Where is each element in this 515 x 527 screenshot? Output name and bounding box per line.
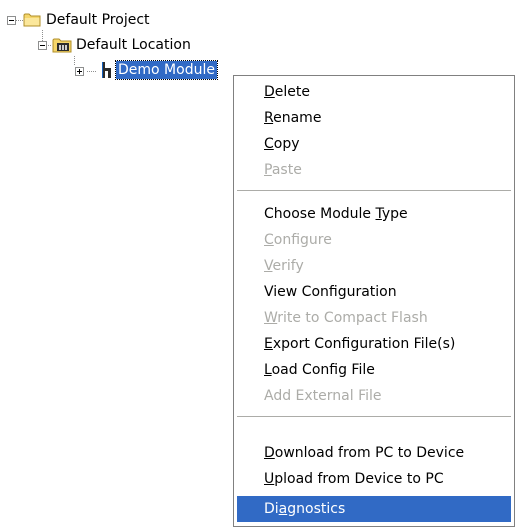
tree-connector: [87, 71, 97, 72]
menu-item-choose-module-type[interactable]: Choose Module Type: [237, 201, 511, 227]
tree-node-module[interactable]: Demo Module: [115, 60, 218, 80]
menu-item-download-pc-to-device[interactable]: Download from PC to Device: [237, 440, 511, 466]
menu-item-write-compact-flash[interactable]: Write to Compact Flash: [237, 305, 511, 331]
collapse-location-button[interactable]: [38, 41, 47, 50]
menu-item-mnemonic: D: [264, 445, 275, 461]
menu-item-label: pload from Device to PC: [274, 471, 444, 487]
menu-item-label: Di: [264, 501, 279, 517]
collapse-project-button[interactable]: [7, 16, 16, 25]
expand-module-button[interactable]: [75, 67, 84, 76]
menu-item-mnemonic: C: [264, 136, 274, 152]
menu-item-mnemonic: R: [264, 110, 274, 126]
menu-item-mnemonic: W: [264, 310, 278, 326]
menu-item-mnemonic: P: [264, 162, 272, 178]
menu-item-label: ownload from PC to Device: [274, 445, 465, 461]
menu-item-mnemonic: L: [264, 362, 272, 378]
menu-item-mnemonic: E: [264, 336, 273, 352]
menu-separator: [237, 190, 511, 191]
tree-window: Default Project Default Location Demo Mo…: [0, 0, 515, 527]
menu-item-mnemonic: V: [264, 258, 273, 274]
menu-item-label: Choose Module: [264, 206, 376, 222]
menu-item-label: opy: [273, 136, 300, 152]
menu-item-view-configuration[interactable]: View Configuration: [237, 279, 511, 305]
menu-item-label: ype: [381, 206, 408, 222]
tree-node-location[interactable]: Default Location: [74, 36, 193, 54]
module-icon: [102, 62, 111, 78]
menu-item-diagnostics[interactable]: Diagnostics: [237, 496, 511, 522]
folder-icon: [23, 13, 41, 27]
menu-item-verify[interactable]: Verify: [237, 253, 511, 279]
menu-item-delete[interactable]: Delete: [237, 79, 511, 105]
tree-connector: [74, 56, 75, 65]
menu-item-export-configuration[interactable]: Export Configuration File(s): [237, 331, 511, 357]
menu-item-label: erify: [272, 258, 304, 274]
menu-item-mnemonic: a: [278, 501, 288, 517]
menu-item-upload-device-to-pc[interactable]: Upload from Device to PC: [237, 466, 511, 492]
location-folder-icon: [52, 38, 72, 53]
menu-item-configure[interactable]: Configure: [237, 227, 511, 253]
menu-item-add-external-file[interactable]: Add External File: [237, 383, 511, 409]
menu-item-label: ename: [273, 110, 322, 126]
menu-item-paste[interactable]: Paste: [237, 157, 511, 183]
menu-item-label: gnostics: [287, 501, 346, 517]
menu-item-copy[interactable]: Copy: [237, 131, 511, 157]
tree-node-project[interactable]: Default Project: [44, 11, 152, 29]
menu-item-load-config-file[interactable]: Load Config File: [237, 357, 511, 383]
context-menu: Delete Rename Copy Paste Choose Module T…: [233, 75, 515, 527]
menu-item-mnemonic: U: [264, 471, 275, 487]
menu-item-label: xport Configuration File(s): [272, 336, 456, 352]
menu-item-rename[interactable]: Rename: [237, 105, 511, 131]
menu-item-label: rite to Compact Flash: [277, 310, 428, 326]
menu-item-label: oad Config File: [271, 362, 375, 378]
menu-separator: [237, 416, 511, 417]
menu-item-mnemonic: C: [264, 232, 274, 248]
menu-item-label: elete: [274, 84, 310, 100]
menu-item-label: onfigure: [273, 232, 332, 248]
menu-item-label: aste: [271, 162, 302, 178]
menu-item-mnemonic: D: [264, 84, 275, 100]
tree-connector: [16, 20, 23, 21]
